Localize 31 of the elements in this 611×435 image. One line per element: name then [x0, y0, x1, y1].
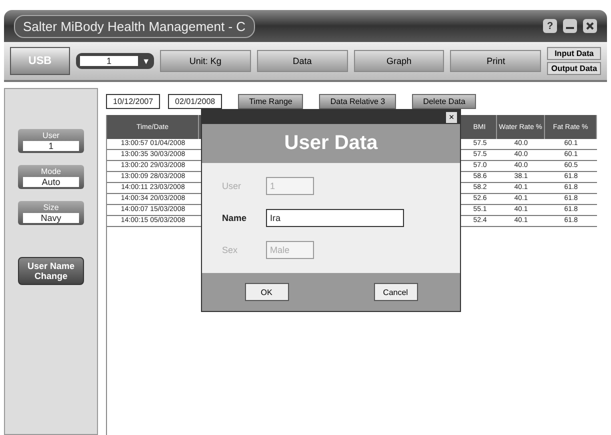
filter-button[interactable]: Delete Data: [412, 94, 476, 109]
tab[interactable]: Print: [450, 50, 542, 72]
side-button[interactable]: Input Data: [547, 47, 602, 60]
date-field[interactable]: 10/12/2007: [106, 94, 160, 109]
tab[interactable]: Data: [256, 50, 348, 72]
field-label: Size: [43, 203, 59, 212]
help-button[interactable]: ?: [543, 19, 557, 33]
field-label: User: [222, 181, 242, 191]
filter-button[interactable]: Time Range: [238, 94, 304, 109]
field-value: 1: [23, 141, 79, 151]
window-title: Salter MiBody Health Management - C: [14, 14, 255, 38]
field-label: Mode: [40, 167, 61, 176]
user-name-change-button[interactable]: User Name Change: [18, 257, 84, 285]
dialog-title: User Data: [202, 124, 460, 163]
date-field[interactable]: 02/01/2008: [168, 94, 222, 109]
tab[interactable]: Graph: [354, 50, 444, 72]
user-select[interactable]: 1 ▼: [76, 53, 154, 69]
dialog-button[interactable]: OK: [244, 283, 288, 301]
tab[interactable]: Unit: Kg: [160, 50, 251, 72]
field-label: User: [42, 131, 60, 140]
field-value: Navy: [23, 213, 79, 223]
minimize-icon[interactable]: [563, 19, 577, 33]
filter-button[interactable]: Data Relative 3: [319, 94, 396, 109]
close-button[interactable]: ×: [446, 112, 457, 122]
close-icon[interactable]: [583, 19, 597, 33]
side-button[interactable]: Output Data: [547, 62, 602, 75]
input-field[interactable]: Ira: [266, 209, 404, 227]
field-label: Sex: [222, 245, 239, 255]
field-value: Auto: [23, 177, 79, 187]
dialog-button[interactable]: Cancel: [374, 283, 418, 301]
field-label: Name: [222, 213, 248, 223]
